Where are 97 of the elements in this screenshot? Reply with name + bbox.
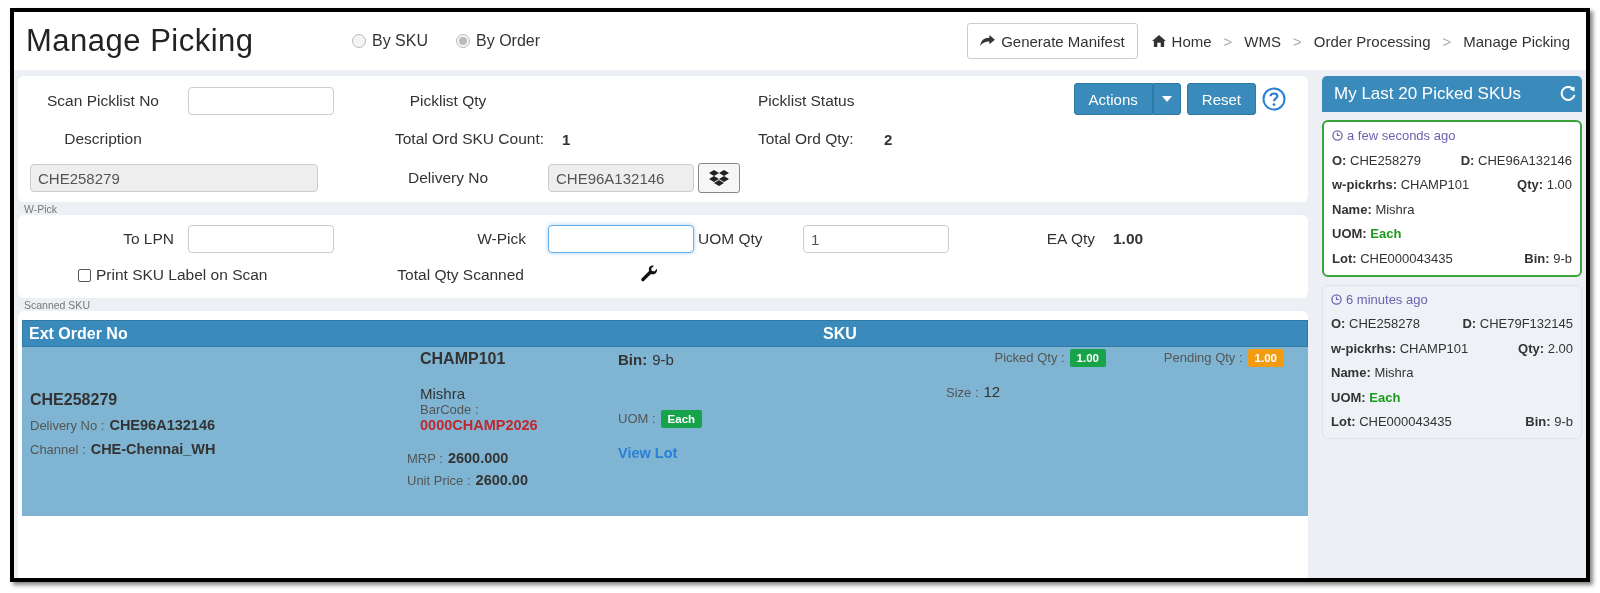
reset-button[interactable]: Reset	[1186, 83, 1256, 115]
detail-field: Lot: CHE000043435	[1331, 414, 1452, 430]
field-label: Size :	[946, 385, 979, 400]
quantity-badge: 1.00	[1069, 349, 1106, 367]
detail-field: Bin: 9-b	[1525, 414, 1573, 430]
field-value: 1.00	[1113, 230, 1145, 248]
field-label: Picklist Qty	[408, 92, 488, 110]
radio-option[interactable]: By Order	[456, 32, 541, 50]
dropbox-icon	[709, 169, 729, 187]
wrench-icon	[641, 264, 658, 282]
clock-icon	[1332, 130, 1343, 141]
field-value: CHE96A132146	[109, 417, 216, 433]
detail-field: Qty: 1.00	[1517, 177, 1572, 193]
field-value: 2600.000	[447, 450, 509, 466]
detail-field: Lot: CHE000043435	[1332, 250, 1453, 266]
detail-field: w-pickrhs: CHAMP101	[1331, 340, 1469, 356]
field-label: UOM Qty	[698, 230, 763, 248]
detail-field: Name: Mishra	[1331, 365, 1414, 381]
input-field[interactable]	[188, 87, 334, 115]
field-label: Bin:	[618, 351, 648, 368]
panel-legend: Scanned SKU	[18, 300, 1308, 311]
column-header: Ext Order No	[28, 324, 129, 343]
field-value: 12	[983, 383, 1001, 400]
detail-field: UOM: Each	[1331, 389, 1401, 405]
field-label: Total Qty Scanned	[396, 266, 525, 284]
actions-button[interactable]: Actions	[1073, 83, 1153, 115]
quantity-badge: 1.00	[1247, 349, 1284, 367]
detail-field: Qty: 2.00	[1518, 340, 1573, 356]
history-card[interactable]: a few seconds ago O: CHE258279 D: CHE96A132146 w-pickrhs: CHAMP101 Qty: 1.00 Name: Mishra UOM: Each Lot: CHE000043435 Bin: 9-b	[1322, 120, 1582, 277]
radio-label: By Order	[476, 32, 541, 50]
caret-icon	[1161, 96, 1172, 102]
input-field[interactable]	[188, 225, 334, 253]
breadcrumb-link[interactable]: WMS	[1244, 32, 1281, 50]
field-value: CHE-Chennai_WH	[90, 441, 216, 457]
field-label: Picklist Status	[758, 92, 855, 110]
refresh-icon	[1560, 86, 1576, 102]
field-value: 1	[561, 130, 572, 148]
field-value: 2	[883, 130, 894, 148]
field-label: BarCode :	[420, 402, 479, 417]
field-label: MRP :	[407, 451, 443, 466]
clock-icon	[1331, 293, 1342, 305]
field-label: W-Pick	[476, 230, 527, 248]
field-label: Description	[63, 130, 143, 148]
panel-title: My Last 20 Picked SKUs	[1334, 84, 1522, 104]
history-card[interactable]: 6 minutes ago O: CHE258278 D: CHE79F132145 w-pickrhs: CHAMP101 Qty: 2.00 Name: Mishra UOM: Each Lot: CHE000043435 Bin: 9-b	[1322, 284, 1582, 439]
timestamp: 6 minutes ago	[1346, 291, 1428, 307]
detail-field: Name: Mishra	[1332, 201, 1415, 217]
home-icon	[1151, 35, 1166, 47]
radio-label: By SKU	[372, 32, 428, 50]
breadcrumb-separator: >	[1293, 32, 1302, 50]
checkbox-label: Print SKU Label on Scan	[96, 266, 268, 284]
barcode-value: 0000CHAMP2026	[420, 417, 538, 433]
uom-badge: Each	[660, 410, 703, 428]
product-name: Mishra	[420, 385, 465, 402]
page-title: Manage Picking	[26, 23, 255, 59]
field-label: Scan Picklist No	[46, 92, 160, 110]
radio-button[interactable]	[352, 34, 366, 48]
help-icon	[1262, 87, 1286, 111]
field-label: Channel :	[30, 442, 86, 457]
input-field[interactable]	[548, 225, 694, 253]
breadcrumb-link[interactable]: Home	[1151, 32, 1212, 50]
breadcrumb-link[interactable]: Manage Picking	[1463, 32, 1570, 50]
field-label: Delivery No :	[30, 418, 105, 433]
field-label: EA Qty	[1045, 230, 1096, 248]
field-label: Delivery No	[406, 169, 490, 187]
field-label: Total Ord Qty:	[758, 130, 855, 148]
dropbox-button[interactable]	[698, 163, 740, 193]
generate-manifest-button[interactable]: Generate Manifest	[967, 23, 1138, 59]
field-value: 2600.00	[475, 472, 528, 488]
column-header: SKU	[823, 324, 857, 343]
detail-field: O: CHE258279	[1332, 152, 1421, 168]
detail-field: D: CHE96A132146	[1460, 152, 1572, 168]
order-number: CHE258279	[30, 391, 118, 409]
input-field[interactable]: 1	[803, 225, 949, 253]
detail-field: O: CHE258278	[1331, 316, 1420, 332]
field-label: UOM :	[618, 411, 656, 426]
checkbox[interactable]	[78, 268, 91, 282]
share-arrow-icon	[980, 34, 996, 48]
sku-code: CHAMP101	[420, 350, 506, 368]
field-label: To LPN	[122, 230, 175, 248]
detail-field: Bin: 9-b	[1524, 250, 1572, 266]
field-label: Unit Price :	[407, 473, 471, 488]
field-label: Total Ord SKU Count:	[393, 130, 545, 148]
field-label: Picked Qty :	[994, 350, 1065, 365]
radio-option[interactable]: By SKU	[352, 32, 428, 50]
dropdown-toggle[interactable]	[1152, 83, 1181, 115]
detail-field: UOM: Each	[1332, 226, 1402, 242]
field-label: Pending Qty :	[1163, 350, 1243, 365]
detail-field: D: CHE79F132145	[1462, 316, 1573, 332]
panel-legend: W-Pick	[18, 204, 1308, 215]
radio-button[interactable]	[456, 34, 470, 48]
field-value: 9-b	[652, 351, 674, 368]
timestamp: a few seconds ago	[1347, 128, 1456, 143]
breadcrumb-separator: >	[1442, 32, 1452, 50]
detail-field: w-pickrhs: CHAMP101	[1332, 177, 1470, 193]
breadcrumb-separator: >	[1223, 32, 1233, 50]
breadcrumb-link[interactable]: Order Processing	[1313, 32, 1431, 50]
